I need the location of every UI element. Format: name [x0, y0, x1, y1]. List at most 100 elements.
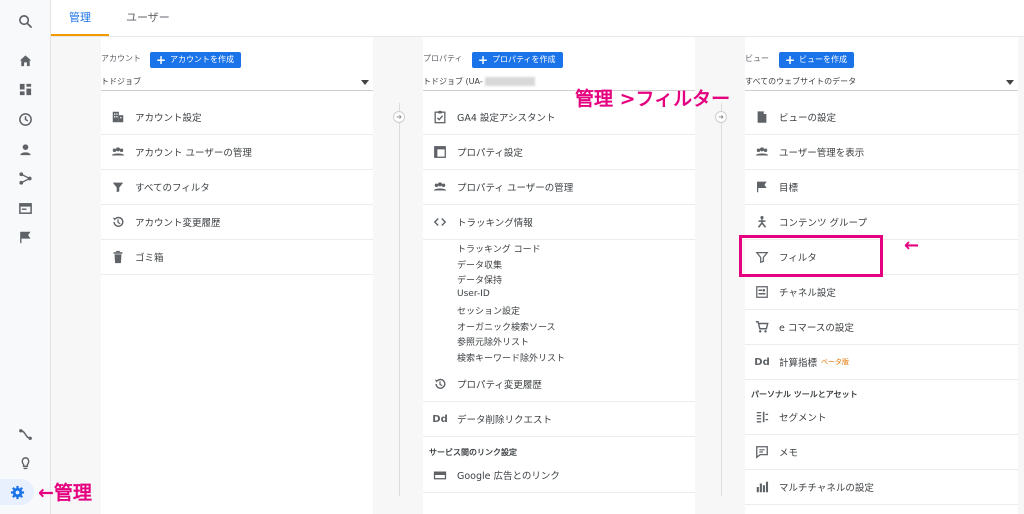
tab-admin[interactable]: 管理 — [51, 0, 109, 36]
dd-icon: Dd — [754, 356, 770, 368]
data-deletion-item[interactable]: Dd データ削除リクエスト — [423, 402, 695, 437]
person-icon[interactable] — [0, 136, 50, 162]
caret-down-icon — [361, 80, 369, 85]
channel-icon — [753, 283, 771, 301]
arrow-right-icon: ➜ — [393, 111, 405, 123]
create-property-label: プロパティを作成 — [492, 55, 556, 64]
history-icon — [431, 375, 449, 393]
view-heading: ビュー — [745, 54, 769, 63]
plus-icon: + — [785, 53, 796, 67]
redacted-id — [484, 77, 535, 86]
account-selector[interactable]: トドジョブ — [101, 76, 373, 91]
search-term-exclusion-link[interactable]: 検索キーワード除外リスト — [457, 351, 565, 364]
property-history-item[interactable]: プロパティ変更履歴 — [423, 367, 695, 402]
flag-icon[interactable] — [0, 224, 50, 250]
acquisition-icon[interactable] — [0, 165, 50, 191]
view-selector[interactable]: すべてのウェブサイトのデータ — [745, 76, 1018, 91]
annotation-arrow: ← — [904, 235, 920, 256]
item-label: 目標 — [779, 183, 799, 194]
data-retention-link[interactable]: データ保持 — [457, 273, 502, 286]
property-settings-item[interactable]: プロパティ設定 — [423, 135, 695, 170]
all-filters-item[interactable]: すべてのフィルタ — [101, 170, 373, 205]
checklist-icon — [431, 108, 449, 126]
segments-item[interactable]: セグメント — [745, 400, 1018, 435]
account-users-item[interactable]: アカウント ユーザーの管理 — [101, 135, 373, 170]
tab-user[interactable]: ユーザー — [124, 0, 172, 34]
session-settings-link[interactable]: セッション設定 — [457, 304, 520, 317]
lightbulb-icon[interactable] — [0, 450, 50, 476]
clock-icon[interactable] — [0, 106, 50, 132]
account-column: アカウント + アカウントを作成 トドジョブ アカウント設定 アカウント ユーザー… — [101, 37, 373, 514]
channel-settings-item[interactable]: チャネル設定 — [745, 275, 1018, 310]
tracking-code-link[interactable]: トラッキング コード — [457, 242, 541, 255]
window-icon — [431, 143, 449, 161]
data-collection-link[interactable]: データ収集 — [457, 258, 502, 271]
item-label: アカウント設定 — [135, 113, 202, 124]
discover-icon[interactable] — [0, 421, 50, 447]
item-label: アカウント変更履歴 — [135, 218, 221, 229]
segment-icon — [753, 408, 771, 426]
goals-item[interactable]: 目標 — [745, 170, 1018, 205]
annotation-admin: ←管理 — [38, 482, 92, 504]
item-label: ユーザー管理を表示 — [779, 148, 865, 159]
item-label: データ削除リクエスト — [457, 415, 553, 426]
item-label: プロパティ設定 — [457, 148, 523, 159]
create-property-button[interactable]: + プロパティを作成 — [472, 52, 563, 68]
highlight-box — [739, 235, 883, 277]
beta-badge: ベータ版 — [821, 358, 850, 366]
memo-item[interactable]: メモ — [745, 435, 1018, 470]
view-selected: すべてのウェブサイトのデータ — [745, 77, 857, 86]
trash-item[interactable]: ゴミ箱 — [101, 240, 373, 275]
dd-icon: Dd — [432, 413, 448, 425]
calculated-metrics-item[interactable]: Dd 計算指標 ベータ版 — [745, 345, 1018, 380]
people-icon — [753, 143, 771, 161]
tracking-info-item[interactable]: トラッキング情報 — [423, 205, 695, 240]
create-account-button[interactable]: + アカウントを作成 — [150, 52, 241, 68]
organic-search-link[interactable]: オーガニック検索ソース — [457, 320, 556, 333]
code-icon — [431, 213, 449, 231]
item-label: ゴミ箱 — [135, 253, 164, 264]
item-label: e コマースの設定 — [779, 323, 854, 334]
plus-icon: + — [156, 53, 167, 67]
plus-icon: + — [478, 53, 489, 67]
user-id-link[interactable]: User-ID — [457, 289, 490, 299]
building-icon — [109, 108, 127, 126]
item-label: 計算指標 — [779, 358, 818, 369]
search-icon[interactable] — [0, 8, 50, 34]
column-divider — [399, 103, 400, 496]
behavior-icon[interactable] — [0, 195, 50, 221]
flag-icon — [753, 178, 771, 196]
ecommerce-settings-item[interactable]: e コマースの設定 — [745, 310, 1018, 345]
dashboard-icon[interactable] — [0, 76, 50, 102]
referral-exclusion-link[interactable]: 参照元除外リスト — [457, 335, 529, 348]
item-label: セグメント — [779, 413, 827, 424]
item-label: メモ — [779, 448, 799, 459]
view-settings-item[interactable]: ビューの設定 — [745, 100, 1018, 135]
content-group-icon — [753, 213, 771, 231]
links-heading: サービス間のリンク設定 — [429, 448, 517, 457]
item-label: ビューの設定 — [779, 113, 837, 124]
gear-icon[interactable] — [0, 479, 34, 505]
property-users-item[interactable]: プロパティ ユーザーの管理 — [423, 170, 695, 205]
item-label: コンテンツ グループ — [779, 218, 867, 229]
account-history-item[interactable]: アカウント変更履歴 — [101, 205, 373, 240]
cart-icon — [753, 318, 771, 336]
arrow-right-icon: ➜ — [715, 111, 727, 123]
create-view-button[interactable]: + ビューを作成 — [779, 52, 854, 68]
memo-icon — [753, 443, 771, 461]
view-users-item[interactable]: ユーザー管理を表示 — [745, 135, 1018, 170]
tab-bar: 管理 ユーザー — [51, 0, 1024, 37]
people-icon — [109, 143, 127, 161]
document-icon — [753, 108, 771, 126]
create-account-label: アカウントを作成 — [170, 55, 234, 64]
item-label: アカウント ユーザーの管理 — [135, 148, 252, 159]
multichannel-settings-item[interactable]: マルチチャネルの設定 — [745, 470, 1018, 505]
ads-icon — [431, 466, 449, 484]
account-settings-item[interactable]: アカウント設定 — [101, 100, 373, 135]
bar-chart-icon — [753, 478, 771, 496]
history-icon — [109, 213, 127, 231]
google-ads-link-item[interactable]: Google 広告とのリンク — [423, 458, 695, 493]
item-label: Google 広告とのリンク — [457, 471, 560, 482]
item-label: すべてのフィルタ — [135, 183, 210, 194]
home-icon[interactable] — [0, 47, 50, 73]
